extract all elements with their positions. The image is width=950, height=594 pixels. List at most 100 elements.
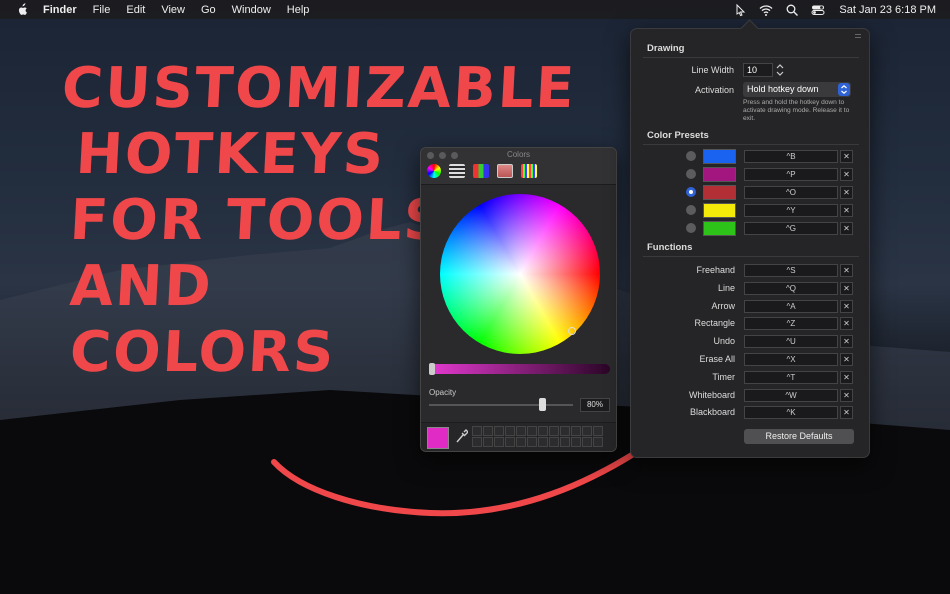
clock[interactable]: Sat Jan 23 6:18 PM xyxy=(839,4,936,16)
preset-radio[interactable] xyxy=(686,169,696,179)
opacity-slider-knob[interactable] xyxy=(539,398,546,411)
search-icon[interactable] xyxy=(785,3,799,17)
preset-hotkey-field[interactable]: ^B xyxy=(744,150,838,163)
empty-swatch-slot[interactable] xyxy=(505,437,515,447)
brightness-slider[interactable] xyxy=(429,363,610,375)
empty-swatch-slot[interactable] xyxy=(505,426,515,436)
empty-swatch-slot[interactable] xyxy=(516,437,526,447)
preset-hotkey-field[interactable]: ^P xyxy=(744,168,838,181)
activation-hint: Press and hold the hotkey down to activa… xyxy=(743,99,850,122)
empty-swatch-slot[interactable] xyxy=(527,426,537,436)
empty-swatch-slot[interactable] xyxy=(472,437,482,447)
control-center-icon[interactable] xyxy=(811,3,825,17)
preset-radio[interactable] xyxy=(686,151,696,161)
colors-toolbar: Colors xyxy=(421,148,616,185)
opacity-slider[interactable] xyxy=(429,404,573,406)
function-label: Erase All xyxy=(699,354,735,364)
menu-grip-icon[interactable] xyxy=(855,34,861,38)
color-wheel-cursor[interactable] xyxy=(568,327,576,335)
empty-swatch-slot[interactable] xyxy=(494,437,504,447)
empty-swatch-slot[interactable] xyxy=(538,426,548,436)
preset-color-well[interactable] xyxy=(703,167,736,182)
clear-hotkey-button[interactable]: ✕ xyxy=(840,370,853,384)
empty-swatch-slot[interactable] xyxy=(538,437,548,447)
function-hotkey-field[interactable]: ^U xyxy=(744,335,838,349)
function-hotkey-field[interactable]: ^A xyxy=(744,299,838,313)
preset-hotkey-field[interactable]: ^G xyxy=(744,222,838,235)
function-hotkey-field[interactable]: ^K xyxy=(744,406,838,420)
empty-swatch-slot[interactable] xyxy=(593,426,603,436)
menu-window[interactable]: Window xyxy=(232,4,271,16)
preset-color-well[interactable] xyxy=(703,221,736,236)
empty-swatch-slot[interactable] xyxy=(516,426,526,436)
preset-radio[interactable] xyxy=(686,205,696,215)
function-row: Rectangle ^Z ✕ xyxy=(631,316,871,331)
clear-hotkey-button[interactable]: ✕ xyxy=(840,204,853,217)
empty-swatch-slot[interactable] xyxy=(472,426,482,436)
empty-swatch-slot[interactable] xyxy=(571,426,581,436)
color-preset-row: ^P ✕ xyxy=(631,167,871,182)
clear-hotkey-button[interactable]: ✕ xyxy=(840,317,853,331)
color-palettes-icon[interactable] xyxy=(473,164,489,178)
function-hotkey-field[interactable]: ^W xyxy=(744,388,838,402)
eyedropper-icon[interactable] xyxy=(454,429,468,445)
empty-swatch-slot[interactable] xyxy=(560,437,570,447)
colors-title: Colors xyxy=(506,150,531,159)
empty-swatch-slot[interactable] xyxy=(483,426,493,436)
preset-color-well[interactable] xyxy=(703,203,736,218)
clear-hotkey-button[interactable]: ✕ xyxy=(840,388,853,402)
apple-icon[interactable] xyxy=(15,2,29,17)
color-wheel-icon[interactable] xyxy=(427,164,441,178)
empty-swatch-slot[interactable] xyxy=(483,437,493,447)
brightness-slider-knob[interactable] xyxy=(429,363,435,375)
clear-hotkey-button[interactable]: ✕ xyxy=(840,222,853,235)
clear-hotkey-button[interactable]: ✕ xyxy=(840,353,853,366)
opacity-value[interactable]: 80% xyxy=(580,398,610,412)
preset-color-well[interactable] xyxy=(703,185,736,200)
empty-swatch-slot[interactable] xyxy=(549,437,559,447)
preset-hotkey-field[interactable]: ^Y xyxy=(744,204,838,217)
color-sliders-icon[interactable] xyxy=(449,164,465,178)
preset-hotkey-field[interactable]: ^O xyxy=(744,186,838,199)
clear-hotkey-button[interactable]: ✕ xyxy=(840,335,853,349)
preset-radio[interactable] xyxy=(686,187,696,197)
function-hotkey-field[interactable]: ^T xyxy=(744,370,838,384)
menu-file[interactable]: File xyxy=(93,4,111,16)
empty-swatch-slot[interactable] xyxy=(527,437,537,447)
empty-swatch-slot[interactable] xyxy=(494,426,504,436)
color-wheel[interactable] xyxy=(440,194,600,354)
clear-hotkey-button[interactable]: ✕ xyxy=(840,186,853,199)
menu-finder[interactable]: Finder xyxy=(43,4,77,16)
function-hotkey-field[interactable]: ^X xyxy=(744,353,838,366)
empty-swatch-slot[interactable] xyxy=(593,437,603,447)
clear-hotkey-button[interactable]: ✕ xyxy=(840,406,853,420)
pencils-icon[interactable] xyxy=(521,164,537,178)
pointer-icon[interactable] xyxy=(733,3,747,17)
clear-hotkey-button[interactable]: ✕ xyxy=(840,299,853,313)
image-palettes-icon[interactable] xyxy=(497,164,513,178)
restore-defaults-button[interactable]: Restore Defaults xyxy=(744,429,854,444)
preset-color-well[interactable] xyxy=(703,149,736,164)
function-hotkey-field[interactable]: ^Z xyxy=(744,317,838,331)
menu-view[interactable]: View xyxy=(161,4,185,16)
empty-swatch-slot[interactable] xyxy=(560,426,570,436)
clear-hotkey-button[interactable]: ✕ xyxy=(840,264,853,277)
line-width-stepper[interactable] xyxy=(775,62,785,78)
preset-radio[interactable] xyxy=(686,223,696,233)
function-hotkey-field[interactable]: ^S xyxy=(744,264,838,277)
empty-swatch-slot[interactable] xyxy=(549,426,559,436)
clear-hotkey-button[interactable]: ✕ xyxy=(840,150,853,163)
clear-hotkey-button[interactable]: ✕ xyxy=(840,168,853,181)
menu-edit[interactable]: Edit xyxy=(126,4,145,16)
menu-help[interactable]: Help xyxy=(287,4,310,16)
menu-go[interactable]: Go xyxy=(201,4,216,16)
activation-select[interactable]: Hold hotkey down xyxy=(743,82,851,97)
current-color-swatch[interactable] xyxy=(427,427,449,449)
wifi-icon[interactable] xyxy=(759,3,773,17)
empty-swatch-slot[interactable] xyxy=(582,426,592,436)
empty-swatch-slot[interactable] xyxy=(571,437,581,447)
empty-swatch-slot[interactable] xyxy=(582,437,592,447)
function-hotkey-field[interactable]: ^Q xyxy=(744,281,838,295)
clear-hotkey-button[interactable]: ✕ xyxy=(840,281,853,295)
line-width-field[interactable]: 10 xyxy=(743,63,773,77)
